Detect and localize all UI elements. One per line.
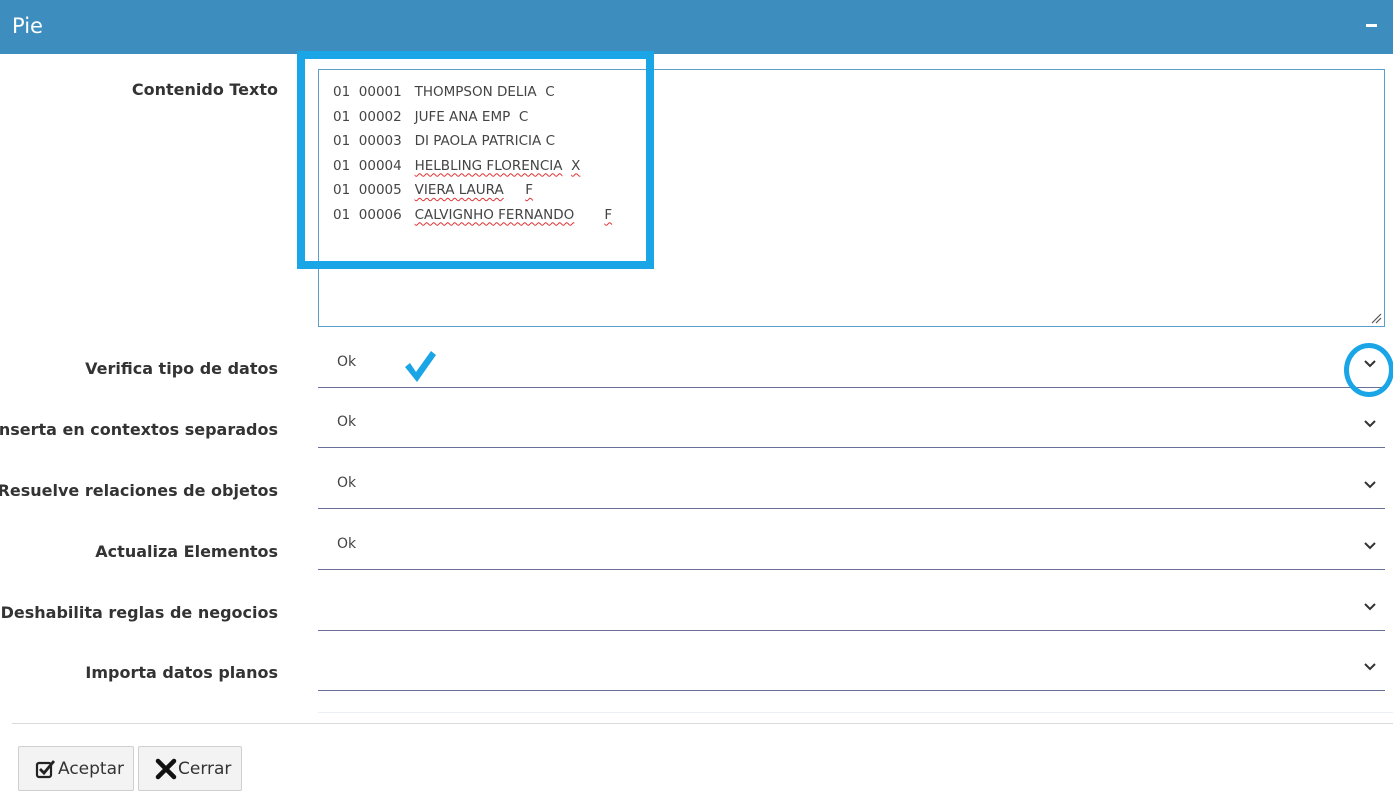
accept-button[interactable]: Aceptar [18,746,134,791]
check-square-icon [35,759,56,778]
select-actualiza-elementos[interactable]: Ok [318,526,1385,570]
content-textarea[interactable]: 01 00001 THOMPSON DELIA C 01 00002 JUFE … [318,69,1385,327]
panel-title: Pie [12,14,43,38]
divider [12,723,1393,724]
minus-icon[interactable] [1366,24,1377,27]
text-line: 01 00004 HELBLING FLORENCIA X [333,157,581,174]
select-verifica-tipo-datos[interactable]: Ok [318,344,1385,388]
close-label: Cerrar [178,758,232,779]
select-value: Ok [337,475,357,491]
select-value: Ok [337,414,357,430]
select-resuelve-relaciones[interactable]: Ok [318,465,1385,509]
field-label-deshabilita: Deshabilita reglas de negocios [0,603,278,622]
field-label-inserta: Inserta en contextos separados [0,420,278,439]
content-text-label: Contenido Texto [131,80,278,99]
field-label-actualiza: Actualiza Elementos [95,542,278,561]
panel-header: Pie [0,0,1393,54]
select-value: Ok [337,354,357,370]
chevron-down-icon [1364,603,1376,611]
chevron-down-icon [1364,663,1376,671]
divider [318,712,1393,713]
select-inserta-contextos[interactable]: Ok [318,404,1385,448]
field-label-importa: Importa datos planos [85,663,278,682]
select-importa-datos-planos[interactable] [318,647,1385,691]
accept-label: Aceptar [58,758,124,779]
text-line: 01 00001 THOMPSON DELIA C [333,84,555,100]
select-value: Ok [337,536,357,552]
close-button[interactable]: Cerrar [138,746,242,791]
text-line: 01 00003 DI PAOLA PATRICIA C [333,133,555,149]
field-label-verifica: Verifica tipo de datos [85,359,278,378]
field-label-resuelve: Resuelve relaciones de objetos [0,481,278,500]
chevron-down-icon [1364,360,1376,368]
chevron-down-icon [1364,420,1376,428]
text-line: 01 00006 CALVIGNHO FERNANDO F [333,206,613,223]
resize-handle-icon[interactable] [1370,312,1382,324]
close-icon [155,758,177,779]
text-line: 01 00005 VIERA LAURA F [333,182,533,198]
chevron-down-icon [1364,542,1376,550]
select-deshabilita-reglas[interactable] [318,587,1385,631]
chevron-down-icon [1364,481,1376,489]
text-line: 01 00002 JUFE ANA EMP C [333,108,529,125]
